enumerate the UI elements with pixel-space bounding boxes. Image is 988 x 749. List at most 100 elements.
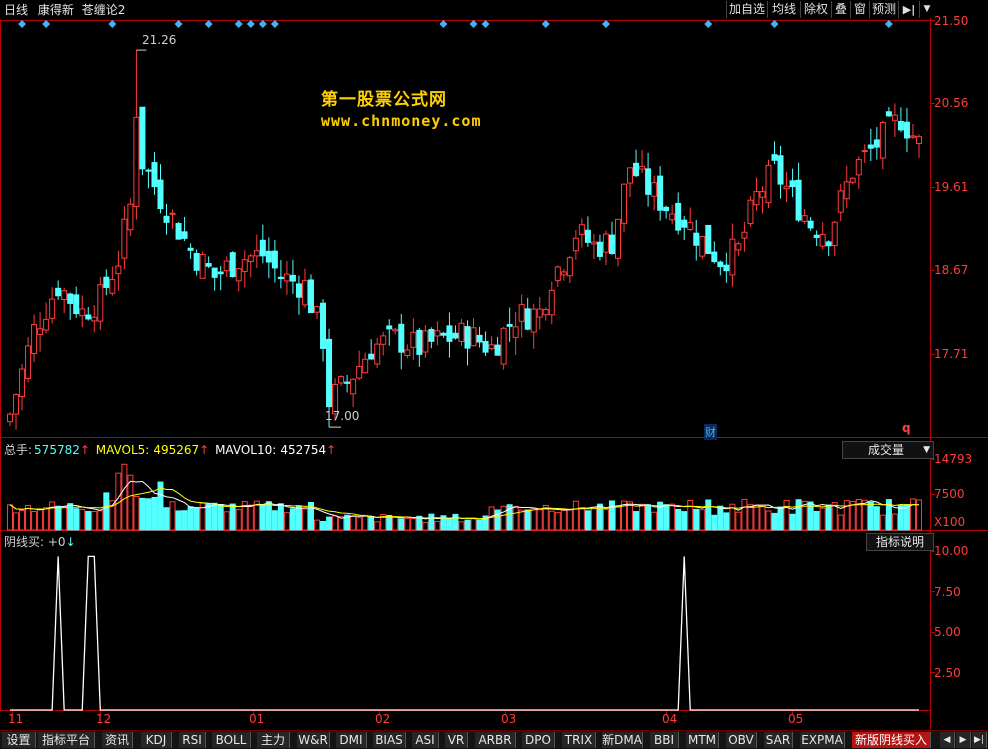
tab-trix[interactable]: TRIX [562, 732, 596, 748]
candle-body [187, 247, 194, 251]
signal-diamond-icon [246, 20, 255, 28]
volume-bar [614, 506, 621, 531]
tab-dmi[interactable]: DMI [336, 732, 367, 748]
candle-body [55, 287, 62, 297]
candle-body [169, 212, 176, 215]
indicator-tick: 7.50 [934, 585, 961, 599]
volume-bar [687, 500, 694, 531]
volume-bar [608, 500, 615, 531]
volume-bar [470, 517, 477, 531]
volume-bar [247, 504, 254, 531]
signal-diamond-icon [18, 20, 27, 28]
scroll-end-icon[interactable]: ▶| [972, 732, 987, 748]
tab-sar[interactable]: SAR [764, 732, 793, 748]
candle-body [241, 259, 248, 272]
tab-arbr[interactable]: ARBR [475, 732, 516, 748]
tab-bias[interactable]: BIAS [373, 732, 406, 748]
candle-body [289, 274, 296, 282]
candle-body [681, 219, 688, 228]
volume-bar [314, 519, 321, 531]
mavol10-value: 452754 [280, 443, 327, 457]
tab-boll[interactable]: BOLL [212, 732, 251, 748]
volume-bar [753, 504, 760, 531]
tab-obv[interactable]: OBV [726, 732, 757, 748]
total-volume-label: 总手: [4, 443, 33, 457]
tab-main-force[interactable]: 主力 [257, 732, 290, 748]
candle-body [861, 150, 868, 153]
volume-bar [91, 511, 98, 531]
candle-body [536, 308, 543, 318]
volume-bar [133, 496, 140, 531]
tab-wr[interactable]: W&R [297, 732, 330, 748]
volume-bar [169, 501, 176, 531]
volume-bar [193, 507, 200, 531]
candle-body [470, 327, 477, 347]
candle-body [614, 218, 621, 259]
candle-body [687, 221, 694, 230]
candle-body [807, 220, 814, 229]
volume-bar [633, 511, 640, 531]
tab-dpo[interactable]: DPO [522, 732, 555, 748]
indicator-explain-button[interactable]: 指标说明 [866, 533, 934, 551]
volume-bar [897, 505, 904, 531]
tab-kdj[interactable]: KDJ [141, 732, 172, 748]
tab-bbi[interactable]: BBI [650, 732, 679, 748]
candle-body [795, 179, 802, 221]
tab-asi[interactable]: ASI [412, 732, 439, 748]
signal-diamond-icon [884, 20, 893, 28]
finance-marker[interactable]: 财 [704, 424, 717, 440]
tab-news[interactable]: 资讯 [102, 732, 133, 748]
candle-body [368, 353, 375, 360]
candle-body [422, 330, 429, 353]
tab-new-dma[interactable]: 新DMA [602, 732, 643, 748]
candle-body [283, 273, 290, 282]
candle-body [301, 280, 308, 306]
tab-expma[interactable]: EXPMA [800, 732, 845, 748]
volume-bar [789, 513, 796, 531]
x-axis-label: 03 [501, 712, 517, 726]
signal-diamond-icon [469, 20, 478, 28]
volume-bar [392, 516, 399, 531]
volume-bar [464, 519, 471, 531]
candle-body [909, 135, 916, 138]
volume-bar [13, 512, 20, 531]
candle-body [404, 349, 411, 356]
candle-body [518, 304, 525, 322]
volume-bar [73, 508, 80, 531]
high-price-label: 21.26 [142, 33, 177, 47]
q-marker[interactable]: q [902, 421, 911, 435]
volume-bar [295, 505, 302, 531]
volume-bar [602, 509, 609, 531]
candle-body [277, 276, 284, 280]
volume-bar [524, 509, 531, 531]
indicator-select[interactable]: 成交量 ▼ [842, 441, 934, 459]
candle-body [428, 328, 435, 342]
candle-body [271, 250, 278, 269]
tab-mtm[interactable]: MTM [686, 732, 719, 748]
candle-body [621, 183, 628, 224]
candle-body [693, 232, 700, 246]
candle-body [19, 368, 26, 398]
scroll-right-icon[interactable]: ▶ [956, 732, 971, 748]
signal-diamond-icon [174, 20, 183, 28]
tab-settings[interactable]: 设置 [2, 732, 36, 748]
volume-bar [61, 506, 68, 531]
volume-bar [103, 492, 110, 531]
volume-bar [320, 520, 327, 531]
tab-new-bearish-buy[interactable]: 新版阴线买入 [852, 732, 931, 748]
mavol5-value: 495267 [153, 443, 200, 457]
tab-rsi[interactable]: RSI [179, 732, 206, 748]
tab-vr[interactable]: VR [445, 732, 468, 748]
candle-body [458, 322, 465, 342]
tab-indicator-platform[interactable]: 指标平台 [38, 732, 95, 748]
volume-bar [301, 508, 308, 531]
volume-bar [530, 507, 537, 531]
volume-bar [163, 507, 170, 531]
candle-body [843, 181, 850, 200]
indicator-tab-bar: 设置 指标平台 资讯 KDJ RSI BOLL 主力 W&R DMI BIAS … [0, 730, 988, 749]
volume-bar [639, 503, 646, 531]
scroll-left-icon[interactable]: ◀ [940, 732, 955, 748]
chart-window: 日线 康得新 苍缠论2 加自选 均线 除权 叠 窗 预测 ▶| ▼ 第一股票公式… [0, 0, 988, 749]
signal-diamond-icon [601, 20, 610, 28]
arrow-down-icon: ↓ [65, 535, 76, 549]
